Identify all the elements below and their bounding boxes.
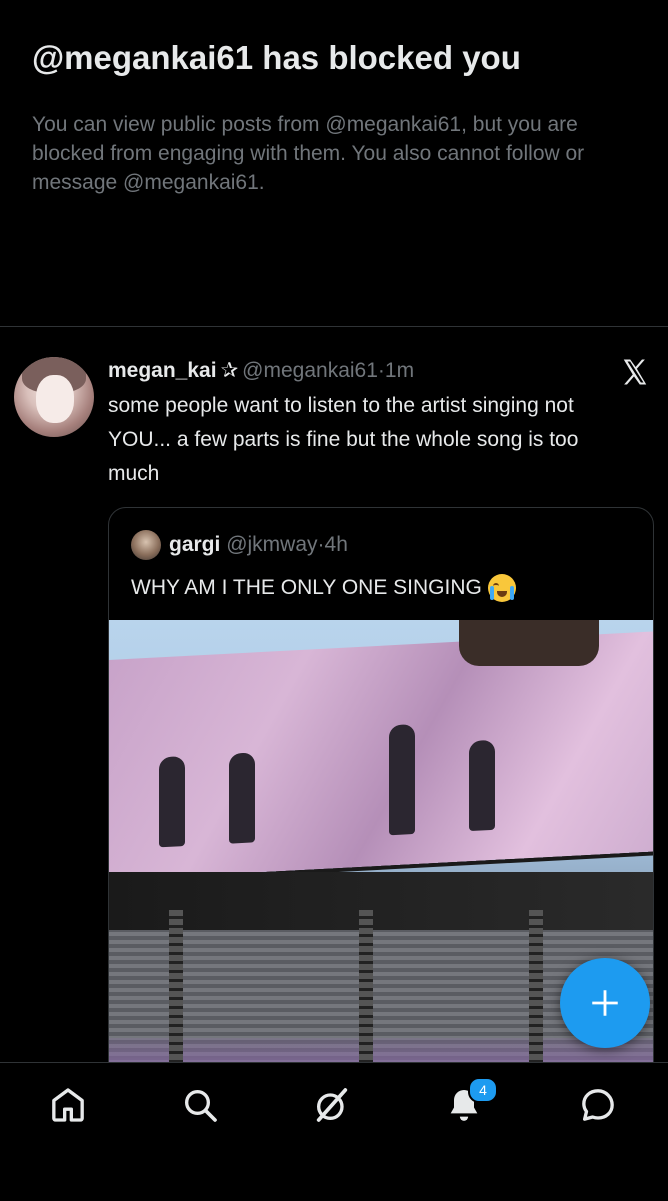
bottom-nav: 4 [0,1062,668,1201]
light-tower [529,910,543,1062]
home-icon [52,1088,84,1122]
quote-handle: @jkmway [226,533,318,556]
star-icon: ✰ [220,359,239,382]
post-text: some people want to listen to the artist… [108,394,579,485]
nav-home[interactable] [48,1085,88,1125]
quote-text-line: WHY AM I THE ONLY ONE SINGING [131,572,516,604]
plus-icon [592,990,618,1016]
message-icon [582,1089,614,1121]
compose-button[interactable] [560,958,650,1048]
x-logo-icon [620,357,650,387]
display-name[interactable]: megan_kai [108,359,217,382]
stage-screen [109,631,653,880]
nav-messages[interactable] [578,1085,618,1125]
post[interactable]: megan_kai ✰ @megankai61·1m some people wan… [0,327,668,1062]
quote-avatar [131,530,161,561]
post-body: megan_kai ✰ @megankai61·1m some people wan… [108,357,628,491]
quote-separator-dot: · [317,533,325,556]
search-icon [185,1090,217,1122]
handle[interactable]: @megankai61 [242,359,378,382]
separator-dot: · [377,359,385,382]
notification-badge: 4 [468,1077,498,1103]
nav-search[interactable] [180,1085,220,1125]
blocked-title: @megankai61 has blocked you [32,39,521,76]
quote-header: gargi @jkmway·4h [131,528,348,562]
quote-display-name: gargi [169,533,221,556]
stage-roof [109,872,653,930]
quote-text: WHY AM I THE ONLY ONE SINGING [131,576,482,599]
grok-icon [316,1088,348,1122]
blocked-notice: @megankai61 has blocked you You can view… [0,0,668,288]
person-in-foreground [459,620,599,666]
post-header: megan_kai ✰ @megankai61·1m [108,357,628,385]
timestamp[interactable]: 1m [385,359,414,382]
light-tower [169,910,183,1062]
nav-notifications[interactable]: 4 [444,1077,498,1125]
quote-timestamp: 4h [324,533,348,556]
crying-emoji-icon [487,574,516,603]
light-tower [359,910,373,1062]
nav-grok[interactable] [312,1085,352,1125]
blocked-description: You can view public posts from @megankai… [32,113,585,194]
avatar[interactable] [14,357,94,437]
